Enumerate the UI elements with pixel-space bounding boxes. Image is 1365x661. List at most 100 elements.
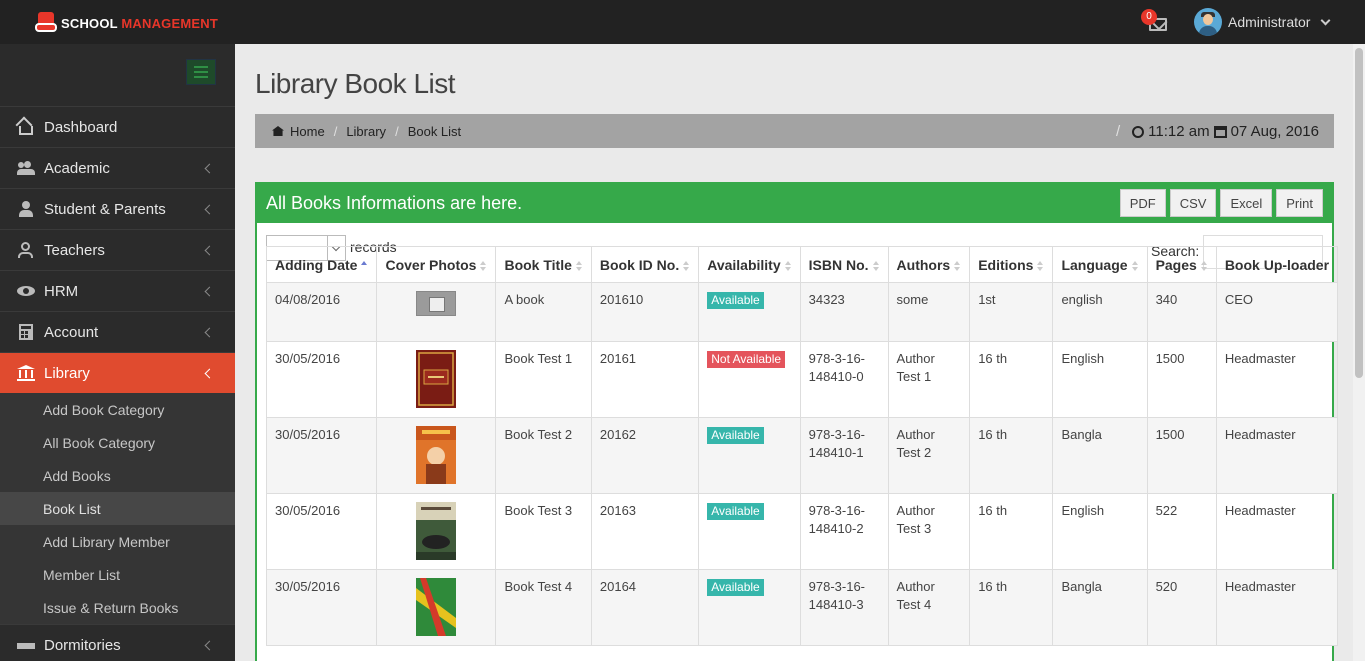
col-editions[interactable]: Editions [969,246,1054,283]
cell-authors: some [887,282,971,342]
sidebar-item-dashboard[interactable]: Dashboard [0,106,235,147]
sidebar-item-dormitories[interactable]: Dormitories [0,624,235,661]
export-pdf-button[interactable]: PDF [1119,189,1166,217]
cell-uploader: CEO [1215,282,1339,342]
sidebar-item-teachers[interactable]: Teachers [0,229,235,270]
submenu-member-list[interactable]: Member List [0,558,235,591]
cell-uploader: Headmaster [1215,341,1339,418]
cell-authors: Author Test 4 [887,569,971,646]
sidebar-item-account[interactable]: Account [0,311,235,352]
breadcrumb-book-list: Book List [407,123,462,139]
sidebar-item-student-parents[interactable]: Student & Parents [0,188,235,229]
submenu-book-list[interactable]: Book List [0,492,235,525]
table-row: 04/08/2016 A book 201610 Available 34323… [265,282,1339,342]
cell-title: A book [495,282,592,342]
calendar-icon [1213,125,1227,138]
col-language[interactable]: Language [1052,246,1148,283]
current-time: 11:12 am [1148,123,1210,140]
sort-icon [683,260,690,271]
table-header-row: Adding Date Cover Photos Book Title Book… [265,246,1339,283]
cell-id: 20164 [590,569,700,646]
col-book-uploader[interactable]: Book Up-loader [1215,246,1339,283]
export-csv-button[interactable]: CSV [1169,189,1217,217]
broken-image-icon [416,291,457,316]
cell-language: English [1052,341,1148,418]
sidebar-item-academic[interactable]: Academic [0,147,235,188]
sort-asc-icon [361,260,368,271]
cell-availability: Available [698,569,801,646]
sidebar-item-label: Account [44,323,99,341]
book-cover-image [416,502,457,560]
print-button[interactable]: Print [1276,189,1323,217]
chevron-left-icon [204,163,215,174]
cell-date: 30/05/2016 [265,493,378,570]
cell-cover [376,341,497,418]
avatar [1194,8,1222,36]
library-submenu: Add Book Category All Book Category Add … [0,393,235,624]
notifications-button[interactable]: 0 [1141,9,1170,34]
cell-pages: 520 [1146,569,1217,646]
cell-edition: 16 th [969,493,1054,570]
cell-id: 20161 [590,341,700,418]
status-badge: Available [707,292,764,309]
scrollbar-thumb[interactable] [1355,48,1363,378]
user-name: Administrator [1228,14,1311,30]
panel-header: All Books Informations are here. PDF CSV… [257,184,1332,223]
cell-title: Book Test 2 [495,417,592,494]
book-cover-image [416,350,457,408]
page-scrollbar[interactable] [1353,44,1365,661]
cell-date: 30/05/2016 [265,569,378,646]
sort-icon [1131,260,1139,271]
sidebar-item-library[interactable]: Library [0,352,235,393]
users-icon [17,160,35,176]
submenu-add-library-member[interactable]: Add Library Member [0,525,235,558]
cell-availability: Not Available [698,341,801,418]
sidebar-nav: Dashboard Academic Student & Parents Tea… [0,106,235,661]
cell-title: Book Test 4 [495,569,592,646]
menu-toggle-button[interactable] [186,59,216,85]
breadcrumb-library[interactable]: Library [346,124,386,139]
book-cover-image [416,426,457,484]
col-book-id[interactable]: Book ID No. [590,246,700,283]
cell-cover [376,493,497,570]
col-book-title[interactable]: Book Title [495,246,592,283]
col-authors[interactable]: Authors [887,246,971,283]
table-row: 30/05/2016 Book Test 4 20164 Available 9… [265,569,1339,646]
breadcrumb-home[interactable]: Home [290,124,325,139]
user-menu[interactable]: Administrator [1194,8,1331,36]
sidebar-item-label: Student & Parents [44,200,166,218]
sidebar-item-label: Dashboard [44,118,118,136]
col-isbn[interactable]: ISBN No. [799,246,889,283]
clock-icon [1132,125,1145,138]
cell-edition: 16 th [969,417,1054,494]
cell-isbn: 978-3-16-148410-2 [799,493,889,570]
cell-language: English [1052,493,1148,570]
current-date: 07 Aug, 2016 [1230,123,1319,140]
cell-pages: 522 [1146,493,1217,570]
submenu-add-books[interactable]: Add Books [0,459,235,492]
sidebar-item-hrm[interactable]: HRM [0,270,235,311]
submenu-issue-return-books[interactable]: Issue & Return Books [0,591,235,624]
export-excel-button[interactable]: Excel [1220,189,1273,217]
books-panel: All Books Informations are here. PDF CSV… [255,182,1339,661]
cell-edition: 16 th [969,341,1054,418]
cell-availability: Available [698,417,801,494]
cell-cover [376,417,497,494]
col-cover-photos[interactable]: Cover Photos [376,246,497,283]
col-availability[interactable]: Availability [698,246,801,283]
cell-pages: 1500 [1146,341,1217,418]
col-pages[interactable]: Pages [1146,246,1217,283]
submenu-all-book-category[interactable]: All Book Category [0,426,235,459]
cell-authors: Author Test 3 [887,493,971,570]
col-adding-date[interactable]: Adding Date [265,246,378,283]
cell-isbn: 978-3-16-148410-3 [799,569,889,646]
chevron-down-icon [1321,15,1331,25]
status-badge: Available [707,579,764,596]
submenu-add-book-category[interactable]: Add Book Category [0,393,235,426]
book-cover-image [416,578,457,636]
table-row: 30/05/2016 Book Test 2 20162 Available 9… [265,417,1339,494]
sort-icon [954,260,961,271]
brand-logo[interactable]: SCHOOL MANAGEMENT [35,12,218,34]
cell-language: Bangla [1052,417,1148,494]
bed-icon [17,637,35,653]
